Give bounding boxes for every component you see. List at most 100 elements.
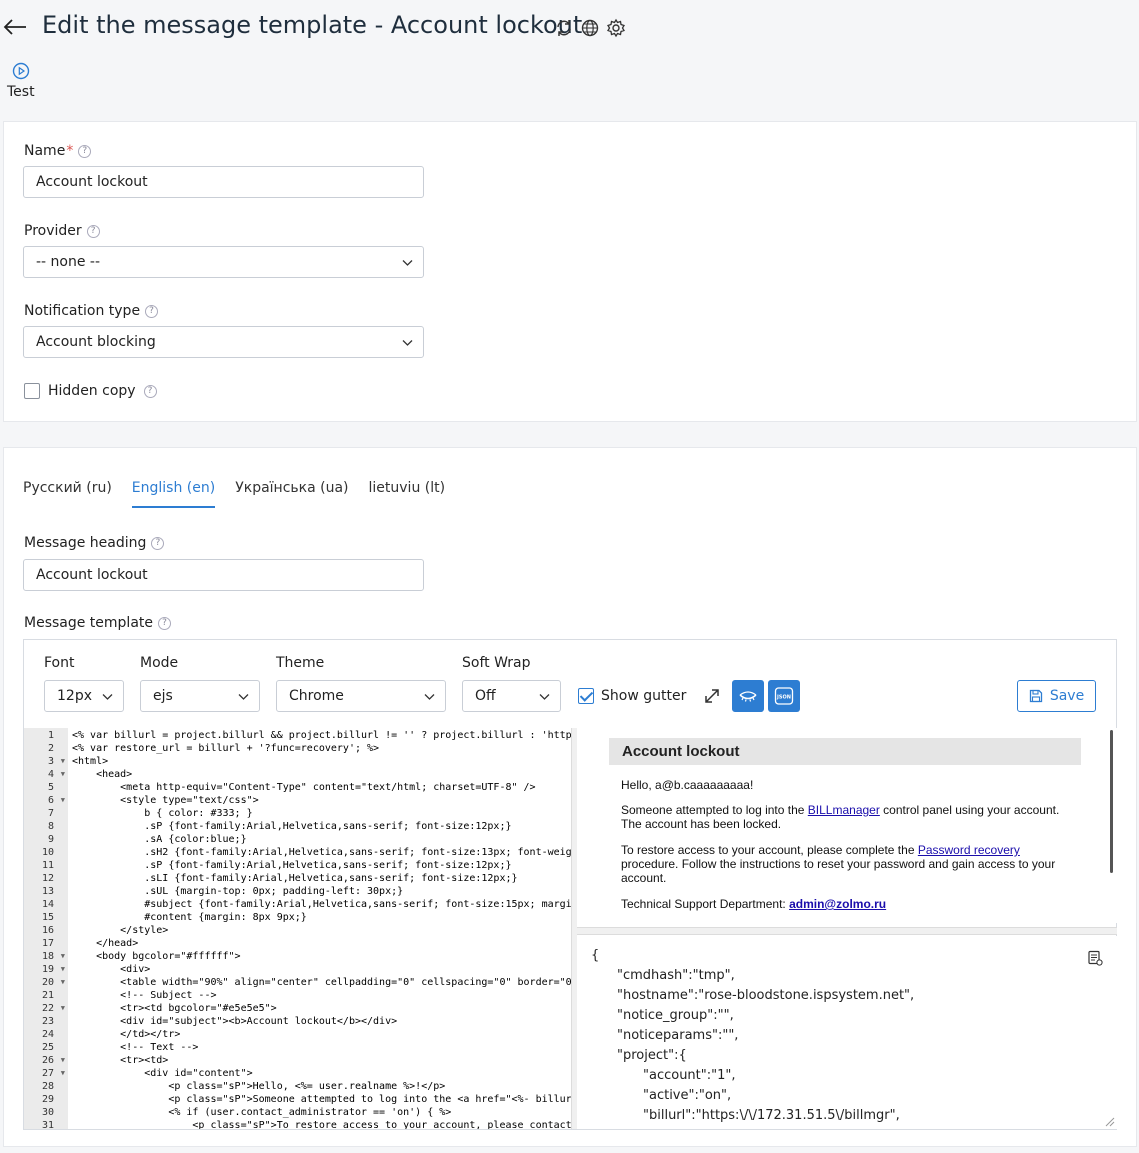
notification-type-select[interactable]: Account blocking — [23, 326, 424, 358]
line-number: 11 — [24, 859, 68, 872]
page-header: Edit the message template - Account lock… — [0, 10, 1139, 46]
fold-arrow-icon[interactable]: ▼ — [61, 794, 65, 807]
chevron-down-icon — [539, 694, 550, 700]
json-data-pane[interactable]: {"cmdhash":"tmp", "hostname":"rose-bloods… — [577, 936, 1117, 1129]
code-text: </head> — [72, 938, 139, 949]
show-gutter-checkbox[interactable] — [578, 688, 594, 704]
code-text: .sP {font-family:Arial,Helvetica,sans-se… — [72, 860, 512, 871]
fold-arrow-icon[interactable]: ▼ — [61, 768, 65, 781]
theme-select[interactable]: Chrome — [276, 680, 446, 712]
fold-arrow-icon[interactable]: ▼ — [61, 976, 65, 989]
line-number: 20 ▼ — [24, 976, 68, 989]
code-editor[interactable]: 1 <% var billurl = project.billurl && pro… — [24, 728, 572, 1129]
code-text: #content {margin: 8px 9px;} — [72, 912, 307, 923]
code-line: 24 </td></tr> — [24, 1028, 571, 1041]
line-number: 9 — [24, 833, 68, 846]
json-line: "active":"on", — [643, 1088, 732, 1103]
message-heading-input[interactable]: Account lockout — [23, 559, 424, 591]
json-toggle-button[interactable]: JSON — [768, 680, 800, 712]
fold-arrow-icon[interactable]: ▼ — [61, 1002, 65, 1015]
code-text: <div id="content"> — [72, 1068, 253, 1079]
code-text: <meta http-equiv="Content-Type" content=… — [72, 782, 536, 793]
globe-icon[interactable] — [580, 18, 600, 38]
preview-scrollbar[interactable] — [1110, 730, 1113, 873]
line-number: 16 — [24, 924, 68, 937]
tab-en[interactable]: English (en) — [131, 480, 216, 508]
back-arrow-icon[interactable] — [2, 14, 28, 40]
help-icon[interactable]: ? — [143, 384, 157, 398]
message-card: Русский (ru) English (en) Українська (ua… — [3, 447, 1137, 1147]
horizontal-splitter[interactable] — [577, 927, 1117, 935]
code-line: 12 .sLI {font-family:Arial,Helvetica,san… — [24, 872, 571, 885]
code-line: 28 <p class="sP">Hello, <%= user.realnam… — [24, 1080, 571, 1093]
tab-ua[interactable]: Українська (ua) — [235, 480, 348, 508]
mode-select[interactable]: ejs — [140, 680, 260, 712]
fold-arrow-icon[interactable]: ▼ — [61, 963, 65, 976]
expand-icon[interactable] — [703, 687, 721, 705]
test-action[interactable]: Test — [6, 62, 36, 100]
code-line: 31 <p class="sP">To restore access to yo… — [24, 1119, 571, 1129]
code-text: <div> — [72, 964, 151, 975]
preview-hello: Hello, a@b.caaaaaaaaa! — [621, 778, 754, 792]
json-line: "billurl":"https:\/\/172.31.51.5\/billmg… — [643, 1108, 900, 1123]
provider-select[interactable]: -- none -- — [23, 246, 424, 278]
help-icon[interactable]: ? — [86, 224, 100, 238]
code-text: <% var billurl = project.billurl && proj… — [72, 730, 571, 741]
code-text: </td></tr> — [72, 1029, 181, 1040]
save-button[interactable]: Save — [1017, 680, 1096, 712]
code-line: 14 #subject {font-family:Arial,Helvetica… — [24, 898, 571, 911]
tab-ru[interactable]: Русский (ru) — [23, 480, 112, 508]
code-text: .sUL {margin-top: 0px; padding-left: 30p… — [72, 886, 404, 897]
code-line: 7 b { color: #333; } — [24, 807, 571, 820]
refresh-icon[interactable] — [554, 18, 574, 38]
help-icon[interactable]: ? — [151, 536, 165, 550]
code-line: 25 <!-- Text --> — [24, 1041, 571, 1054]
code-line: 6 ▼ <style type="text/css"> — [24, 794, 571, 807]
code-text: <!-- Subject --> — [72, 990, 217, 1001]
font-select[interactable]: 12px — [44, 680, 124, 712]
code-text: <p class="sP">Hello, <%= user.realname %… — [72, 1081, 446, 1092]
resize-handle-icon[interactable] — [1103, 1115, 1115, 1127]
line-number: 28 — [24, 1080, 68, 1093]
help-icon[interactable]: ? — [78, 144, 92, 158]
show-gutter-label: Show gutter — [601, 688, 687, 704]
tab-lt[interactable]: lietuviu (lt) — [369, 480, 446, 508]
hidden-copy-checkbox[interactable] — [24, 383, 40, 399]
code-line: 19 ▼ <div> — [24, 963, 571, 976]
fold-arrow-icon[interactable]: ▼ — [61, 1054, 65, 1067]
code-text: .sLI {font-family:Arial,Helvetica,sans-s… — [72, 873, 518, 884]
notification-type-label: Notification type ? — [24, 303, 159, 319]
message-heading-label: Message heading ? — [24, 535, 165, 551]
fold-arrow-icon[interactable]: ▼ — [61, 1067, 65, 1080]
chevron-down-icon — [424, 694, 435, 700]
code-line: 29 <p class="sP">Someone attempted to lo… — [24, 1093, 571, 1106]
gear-icon[interactable] — [606, 18, 626, 38]
support-email-link[interactable]: admin@zolmo.ru — [789, 897, 886, 911]
line-number: 22 ▼ — [24, 1002, 68, 1015]
code-line: 13 .sUL {margin-top: 0px; padding-left: … — [24, 885, 571, 898]
code-line: 8 .sP {font-family:Arial,Helvetica,sans-… — [24, 820, 571, 833]
help-icon[interactable]: ? — [158, 616, 172, 630]
name-input[interactable]: Account lockout — [23, 166, 424, 198]
code-line: 26 ▼ <tr><td> — [24, 1054, 571, 1067]
billmanager-link[interactable]: BILLmanager — [808, 803, 880, 817]
fold-arrow-icon[interactable]: ▼ — [61, 755, 65, 768]
password-recovery-link[interactable]: Password recovery — [918, 843, 1020, 857]
json-line: "hostname":"rose-bloodstone.ispsystem.ne… — [617, 988, 915, 1003]
template-editor: Font 12px Mode ejs Theme Chrome Soft Wra… — [23, 639, 1117, 1130]
code-lines: 1 <% var billurl = project.billurl && pro… — [24, 728, 571, 1129]
email-preview: Account lockout Hello, a@b.caaaaaaaaa! S… — [577, 728, 1117, 923]
code-line: 16 </style> — [24, 924, 571, 937]
help-icon[interactable]: ? — [145, 304, 159, 318]
code-text: <p class="sP">Someone attempted to log i… — [72, 1094, 571, 1105]
fold-arrow-icon[interactable]: ▼ — [61, 950, 65, 963]
line-number: 18 ▼ — [24, 950, 68, 963]
line-number: 29 — [24, 1093, 68, 1106]
code-line: 10 .sH2 {font-family:Arial,Helvetica,san… — [24, 846, 571, 859]
softwrap-select[interactable]: Off — [462, 680, 561, 712]
preview-toggle-button[interactable] — [732, 680, 764, 712]
copy-icon[interactable] — [1087, 950, 1103, 966]
code-text: .sP {font-family:Arial,Helvetica,sans-se… — [72, 821, 512, 832]
code-line: 21 <!-- Subject --> — [24, 989, 571, 1002]
line-number: 5 — [24, 781, 68, 794]
